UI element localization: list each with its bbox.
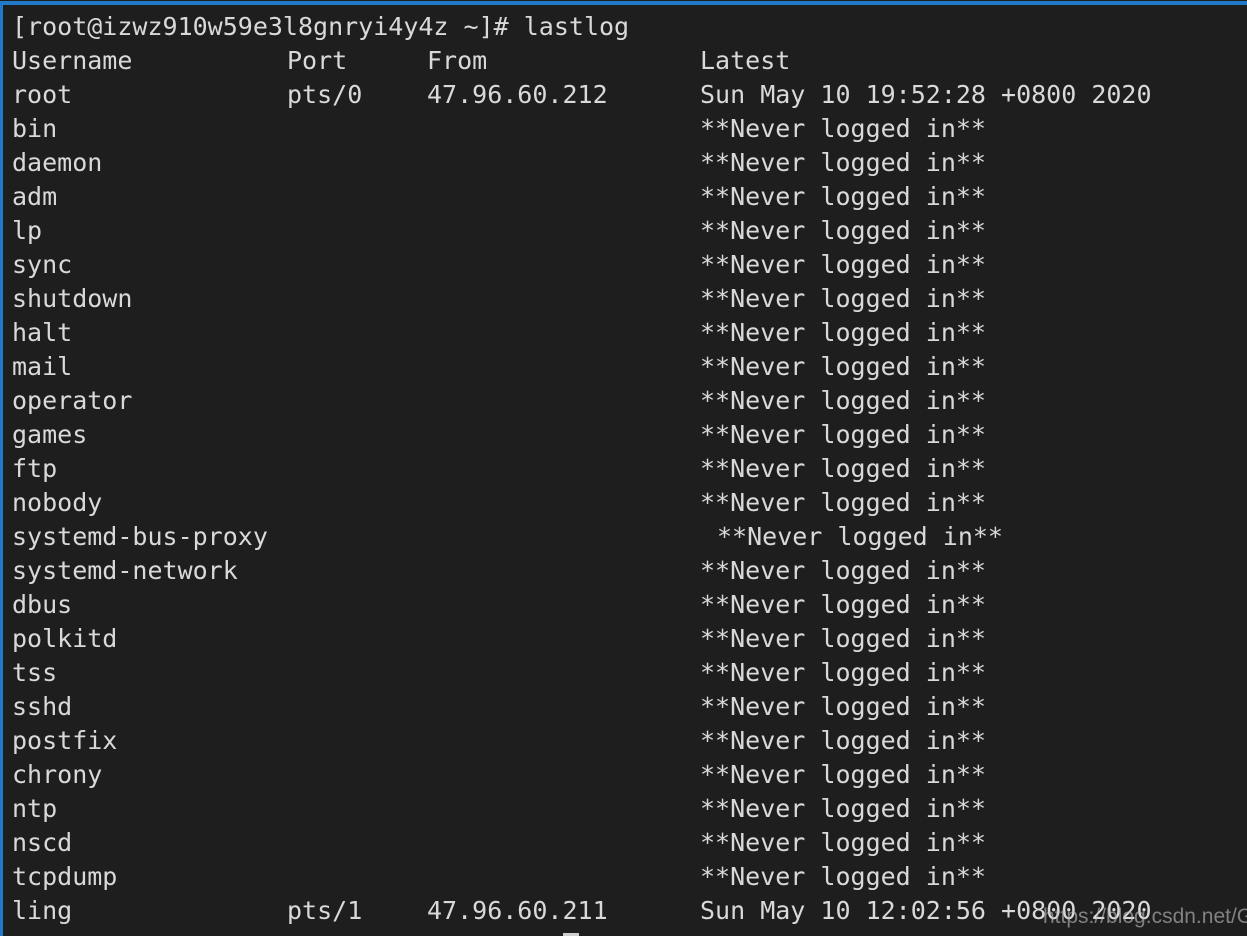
cell-latest: **Never logged in** xyxy=(700,420,986,449)
cell-latest: Sun May 10 12:02:56 +0800 2020 xyxy=(700,896,1152,925)
cell-username: postfix xyxy=(12,726,118,755)
cell-username: operator xyxy=(12,386,133,415)
cell-latest: **Never logged in** xyxy=(700,352,986,381)
cell-latest: **Never logged in** xyxy=(700,590,986,619)
cell-username: chrony xyxy=(12,760,103,789)
cell-username: systemd-network xyxy=(12,556,238,585)
cell-username: nobody xyxy=(12,488,103,517)
cell-latest: **Never logged in** xyxy=(700,148,986,177)
cell-latest: **Never logged in** xyxy=(700,250,986,279)
cell-latest: **Never logged in** xyxy=(700,556,986,585)
cell-port: pts/1 xyxy=(287,896,363,925)
column-header-from: From xyxy=(427,46,488,75)
cell-latest: **Never logged in** xyxy=(700,828,986,857)
cell-username: lp xyxy=(12,216,43,245)
cell-latest: **Never logged in** xyxy=(700,114,986,143)
column-header-port: Port xyxy=(287,46,348,75)
cell-username: ling xyxy=(12,896,73,925)
cell-latest: **Never logged in** xyxy=(700,726,986,755)
cell-username: ntp xyxy=(12,794,58,823)
cell-latest: **Never logged in** xyxy=(700,386,986,415)
cell-username: games xyxy=(12,420,88,449)
cell-username: sync xyxy=(12,250,73,279)
cell-username: dbus xyxy=(12,590,73,619)
cell-latest: Sun May 10 19:52:28 +0800 2020 xyxy=(700,80,1152,109)
cell-latest: **Never logged in** xyxy=(700,862,986,891)
cell-latest: **Never logged in** xyxy=(717,522,1003,551)
shell-prompt-line: [root@izwz910w59e3l8gnryi4y4z ~]# lastlo… xyxy=(12,12,630,41)
cell-username: polkitd xyxy=(12,624,118,653)
terminal-screen[interactable]: [root@izwz910w59e3l8gnryi4y4z ~]# lastlo… xyxy=(3,5,1247,936)
terminal-window[interactable]: [root@izwz910w59e3l8gnryi4y4z ~]# lastlo… xyxy=(0,0,1247,936)
cell-latest: **Never logged in** xyxy=(700,318,986,347)
cell-port: pts/0 xyxy=(287,80,363,109)
cell-username: tcpdump xyxy=(12,862,118,891)
column-header-latest: Latest xyxy=(700,46,791,75)
cell-username: shutdown xyxy=(12,284,133,313)
cell-username: root xyxy=(12,80,73,109)
cell-latest: **Never logged in** xyxy=(700,182,986,211)
cell-latest: **Never logged in** xyxy=(700,284,986,313)
column-header-username: Username xyxy=(12,46,133,75)
cell-latest: **Never logged in** xyxy=(700,624,986,653)
cell-username: halt xyxy=(12,318,73,347)
cell-latest: **Never logged in** xyxy=(700,216,986,245)
cell-latest: **Never logged in** xyxy=(700,760,986,789)
cell-username: adm xyxy=(12,182,58,211)
cell-username: systemd-bus-proxy xyxy=(12,522,268,551)
cell-username: mail xyxy=(12,352,73,381)
cell-username: bin xyxy=(12,114,58,143)
cell-from: 47.96.60.212 xyxy=(427,80,608,109)
cell-latest: **Never logged in** xyxy=(700,658,986,687)
cell-username: ftp xyxy=(12,454,58,483)
cell-username: sshd xyxy=(12,692,73,721)
cell-username: daemon xyxy=(12,148,103,177)
cell-latest: **Never logged in** xyxy=(700,488,986,517)
cell-latest: **Never logged in** xyxy=(700,794,986,823)
cell-latest: **Never logged in** xyxy=(700,454,986,483)
cell-username: tss xyxy=(12,658,58,687)
cell-latest: **Never logged in** xyxy=(700,692,986,721)
cell-from: 47.96.60.211 xyxy=(427,896,608,925)
cell-username: nscd xyxy=(12,828,73,857)
